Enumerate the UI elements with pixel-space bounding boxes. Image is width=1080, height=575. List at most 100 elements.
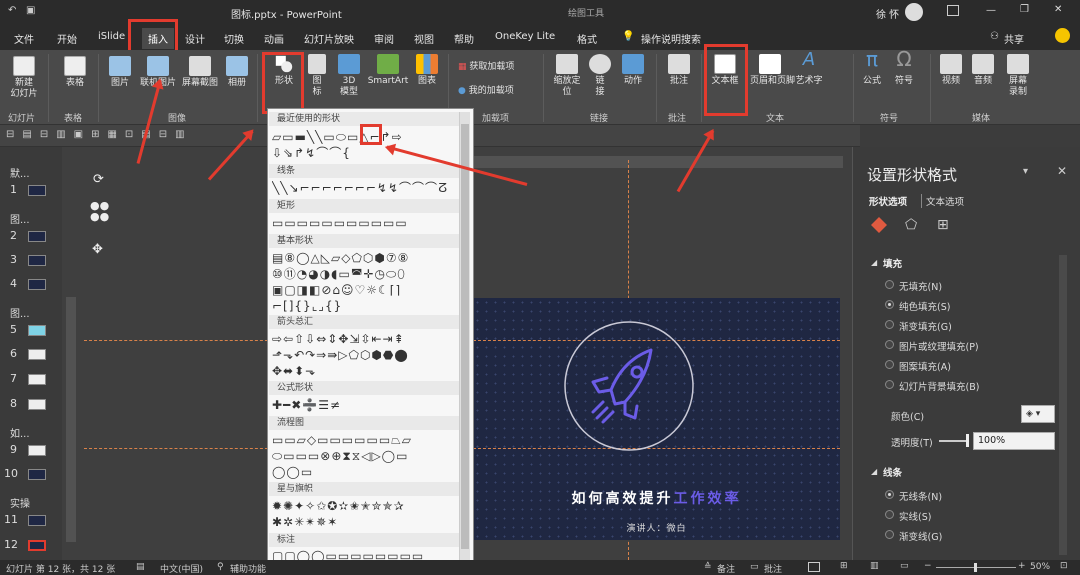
- slide-thumbnail[interactable]: [28, 185, 46, 196]
- zoom-level[interactable]: 50%: [1030, 562, 1050, 572]
- tab-help[interactable]: 帮助: [454, 31, 474, 46]
- transparency-slider-thumb[interactable]: [966, 434, 969, 447]
- share-button[interactable]: 共享: [1004, 31, 1024, 46]
- chart-button[interactable]: 图表: [414, 54, 440, 87]
- pattern-fill-label[interactable]: 图案填充(A): [899, 359, 951, 373]
- tab-file[interactable]: 文件: [14, 31, 34, 46]
- language-indicator[interactable]: 中文(中国): [160, 562, 203, 575]
- comments-icon[interactable]: ▭: [750, 562, 759, 572]
- slide-subtitle[interactable]: 演讲人：微白: [473, 521, 840, 534]
- flowchart-shapes-row[interactable]: ▭▭▱◇▭▭▭▭▭▭⏢▱: [272, 433, 460, 447]
- fill-color-picker[interactable]: ◈ ▾: [1021, 405, 1055, 423]
- video-button[interactable]: 视频: [938, 54, 964, 87]
- gradient-fill-label[interactable]: 渐变填充(G): [899, 319, 952, 333]
- zoom-in-icon[interactable]: +: [1018, 561, 1026, 571]
- slide-thumbnail[interactable]: [28, 469, 46, 480]
- section-label[interactable]: 如...: [10, 425, 30, 440]
- my-addins-button[interactable]: ● 我的加载项: [458, 86, 514, 97]
- tab-transitions[interactable]: 切换: [224, 31, 244, 46]
- equation-shapes-row[interactable]: ✚━✖➗☰≠: [272, 398, 460, 412]
- size-properties-icon[interactable]: ⊞: [937, 217, 949, 233]
- line-shapes-row[interactable]: ╲╲↘⌐⌐⌐⌐⌐⌐⌐↯↯⌒⌒⌒ⵒ: [272, 181, 460, 195]
- radio-solid-line[interactable]: [885, 510, 894, 519]
- flowchart-shapes-row[interactable]: ⬭▭▭▭⊗⊕⧗⧖◁▷◯▭: [272, 449, 460, 463]
- icons-button[interactable]: 图 标: [306, 54, 328, 98]
- slide-thumbnail[interactable]: [28, 445, 46, 456]
- tab-design[interactable]: 设计: [185, 31, 205, 46]
- pane-scrollbar[interactable]: [1059, 255, 1067, 555]
- slide-title[interactable]: 如何高效提升工作效率: [473, 488, 840, 508]
- wordart-button[interactable]: A 艺术字: [794, 51, 824, 87]
- solid-line-label[interactable]: 实线(S): [899, 509, 931, 523]
- flowchart-shapes-row[interactable]: ◯◯▭: [272, 465, 460, 479]
- picture-fill-label[interactable]: 图片或纹理填充(P): [899, 339, 979, 353]
- tab-view[interactable]: 视图: [414, 31, 434, 46]
- dropdown-scroll-thumb[interactable]: [461, 124, 469, 549]
- zoom-button[interactable]: 缩放定 位: [550, 54, 584, 98]
- tab-text-options[interactable]: 文本选项: [921, 194, 964, 208]
- rectangle-shapes-row[interactable]: ▭▭▭▭▭▭▭▭▭▭▭: [272, 216, 460, 230]
- tab-shape-options[interactable]: 形状选项: [869, 194, 907, 208]
- close-button[interactable]: ✕: [1054, 4, 1062, 15]
- slide-thumbnail[interactable]: [28, 374, 46, 385]
- transparency-input[interactable]: 100%: [973, 432, 1055, 450]
- tab-islide[interactable]: iSlide: [98, 31, 125, 42]
- slide-canvas[interactable]: 如何高效提升工作效率 演讲人：微白: [473, 298, 840, 540]
- effects-icon[interactable]: ⬠: [905, 217, 917, 233]
- gradient-line-label[interactable]: 渐变线(G): [899, 529, 942, 543]
- slide-thumbnail[interactable]: [28, 255, 46, 266]
- pane-options-icon[interactable]: ▾: [1023, 166, 1028, 177]
- tab-format[interactable]: 格式: [577, 31, 597, 46]
- fill-line-icon[interactable]: [871, 217, 887, 233]
- tell-me-search[interactable]: 操作说明搜索: [641, 31, 701, 46]
- link-button[interactable]: 链 接: [588, 54, 612, 98]
- header-footer-button[interactable]: 页眉和页脚: [750, 54, 795, 87]
- fit-to-window-icon[interactable]: ⊡: [1060, 561, 1068, 571]
- radio-picture-fill[interactable]: [885, 340, 894, 349]
- new-slide-button[interactable]: 新建 幻灯片: [6, 56, 42, 100]
- star-shapes-row[interactable]: ✹✺✦✧✩✪✫✬✭✮✯✰: [272, 499, 460, 513]
- section-label[interactable]: 图...: [10, 305, 30, 320]
- tab-slideshow[interactable]: 幻灯片放映: [304, 31, 354, 46]
- align-icons[interactable]: ⊟▤⊟▥▣⊞▦⊡▤⊟▥: [6, 129, 193, 140]
- equation-button[interactable]: π 公式: [860, 49, 884, 87]
- save-icon[interactable]: ▣: [26, 5, 35, 16]
- action-button[interactable]: 动作: [618, 54, 648, 87]
- slide-thumbnail[interactable]: [28, 279, 46, 290]
- zoom-slider-thumb[interactable]: [974, 563, 977, 572]
- arrow-shapes-row[interactable]: ⬏⬎↶↷⇒⇛▷⬠⬡⬢⬣⬤: [272, 348, 460, 362]
- slide-thumbnail[interactable]: [28, 399, 46, 410]
- comment-button[interactable]: 批注: [664, 54, 694, 87]
- basic-shapes-row[interactable]: ▣▢◨◧⊘⌂☺♡☼☾⌈⌉: [272, 283, 460, 297]
- screenshot-button[interactable]: 屏幕截图: [180, 56, 220, 89]
- no-line-label[interactable]: 无线条(N): [899, 489, 942, 503]
- fill-section-header[interactable]: 填充: [883, 256, 902, 270]
- radio-no-fill[interactable]: [885, 280, 894, 289]
- zoom-out-icon[interactable]: −: [924, 561, 932, 571]
- avatar[interactable]: [905, 3, 923, 21]
- share-icon[interactable]: ⚇: [990, 31, 999, 42]
- slideshow-view-icon[interactable]: ▭: [900, 561, 909, 571]
- line-section-header[interactable]: 线条: [883, 465, 902, 479]
- line-expand-icon[interactable]: ◢: [871, 467, 877, 476]
- rotate-handle-icon[interactable]: ⟳: [93, 172, 104, 187]
- tab-animations[interactable]: 动画: [264, 31, 284, 46]
- maximize-button[interactable]: ❐: [1020, 4, 1029, 15]
- section-label[interactable]: 默...: [10, 165, 30, 180]
- accessibility-status[interactable]: 辅助功能: [230, 562, 266, 575]
- arrow-shapes-row[interactable]: ⇨⇦⇧⇩⇔⇕✥⇲⇳⇤⇥⇞: [272, 332, 460, 346]
- accessibility-icon[interactable]: ⚲: [217, 562, 224, 572]
- solid-fill-label[interactable]: 纯色填充(S): [899, 299, 950, 313]
- tab-onekey[interactable]: OneKey Lite: [495, 31, 555, 42]
- comments-button[interactable]: 批注: [764, 562, 782, 575]
- radio-gradient-line[interactable]: [885, 530, 894, 539]
- radio-gradient-fill[interactable]: [885, 320, 894, 329]
- notes-button[interactable]: 备注: [717, 562, 735, 575]
- basic-shapes-row[interactable]: ▤⑧◯△◺▱◇⬠⬡⬢⑦⑧: [272, 251, 460, 265]
- radio-no-line[interactable]: [885, 490, 894, 499]
- minimize-button[interactable]: —: [986, 5, 996, 16]
- get-addins-button[interactable]: ▦ 获取加载项: [458, 62, 514, 73]
- normal-view-icon[interactable]: [808, 562, 820, 572]
- undo-icon[interactable]: ↶: [8, 5, 16, 16]
- section-label[interactable]: 实操: [10, 495, 30, 510]
